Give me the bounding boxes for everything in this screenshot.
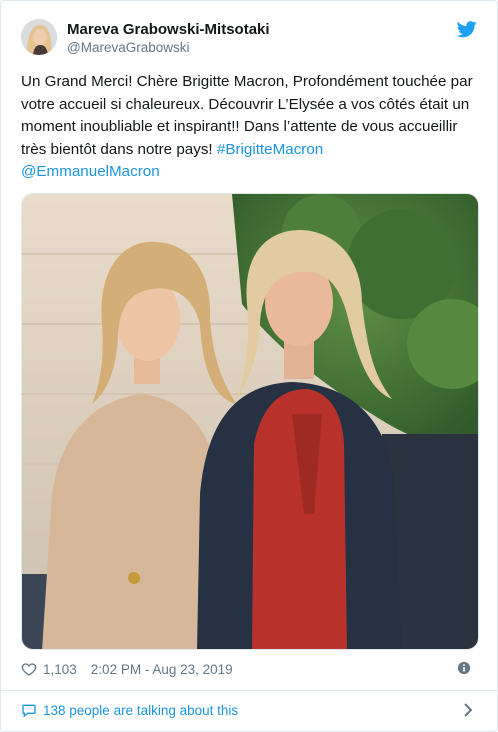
conversation-footer[interactable]: 138 people are talking about this	[21, 699, 477, 721]
heart-icon[interactable]	[21, 661, 37, 677]
timestamp[interactable]: 2:02 PM - Aug 23, 2019	[91, 662, 233, 677]
divider	[1, 690, 497, 691]
author-name[interactable]: Mareva Grabowski-Mitsotaki	[67, 21, 270, 38]
mention-link[interactable]: @EmmanuelMacron	[21, 163, 160, 180]
chevron-right-icon[interactable]	[461, 702, 475, 718]
tweet-meta: 1,103 2:02 PM - Aug 23, 2019	[21, 659, 477, 679]
tweet-text: Un Grand Merci! Chère Brigitte Macron, P…	[21, 71, 483, 184]
like-count[interactable]: 1,103	[43, 662, 77, 677]
tweet-photo[interactable]	[21, 193, 479, 650]
twitter-bird-icon[interactable]	[457, 19, 477, 39]
info-icon[interactable]	[457, 661, 471, 675]
hashtag-link[interactable]: #BrigitteMacron	[217, 141, 323, 158]
author-handle[interactable]: @MarevaGrabowski	[67, 40, 190, 55]
tweet-header: Mareva Grabowski-Mitsotaki @MarevaGrabow…	[21, 17, 477, 61]
speech-bubble-icon	[22, 704, 36, 718]
tweet-card: Mareva Grabowski-Mitsotaki @MarevaGrabow…	[0, 0, 498, 732]
talking-count[interactable]: 138 people are talking about this	[43, 703, 238, 718]
avatar[interactable]	[21, 19, 57, 55]
